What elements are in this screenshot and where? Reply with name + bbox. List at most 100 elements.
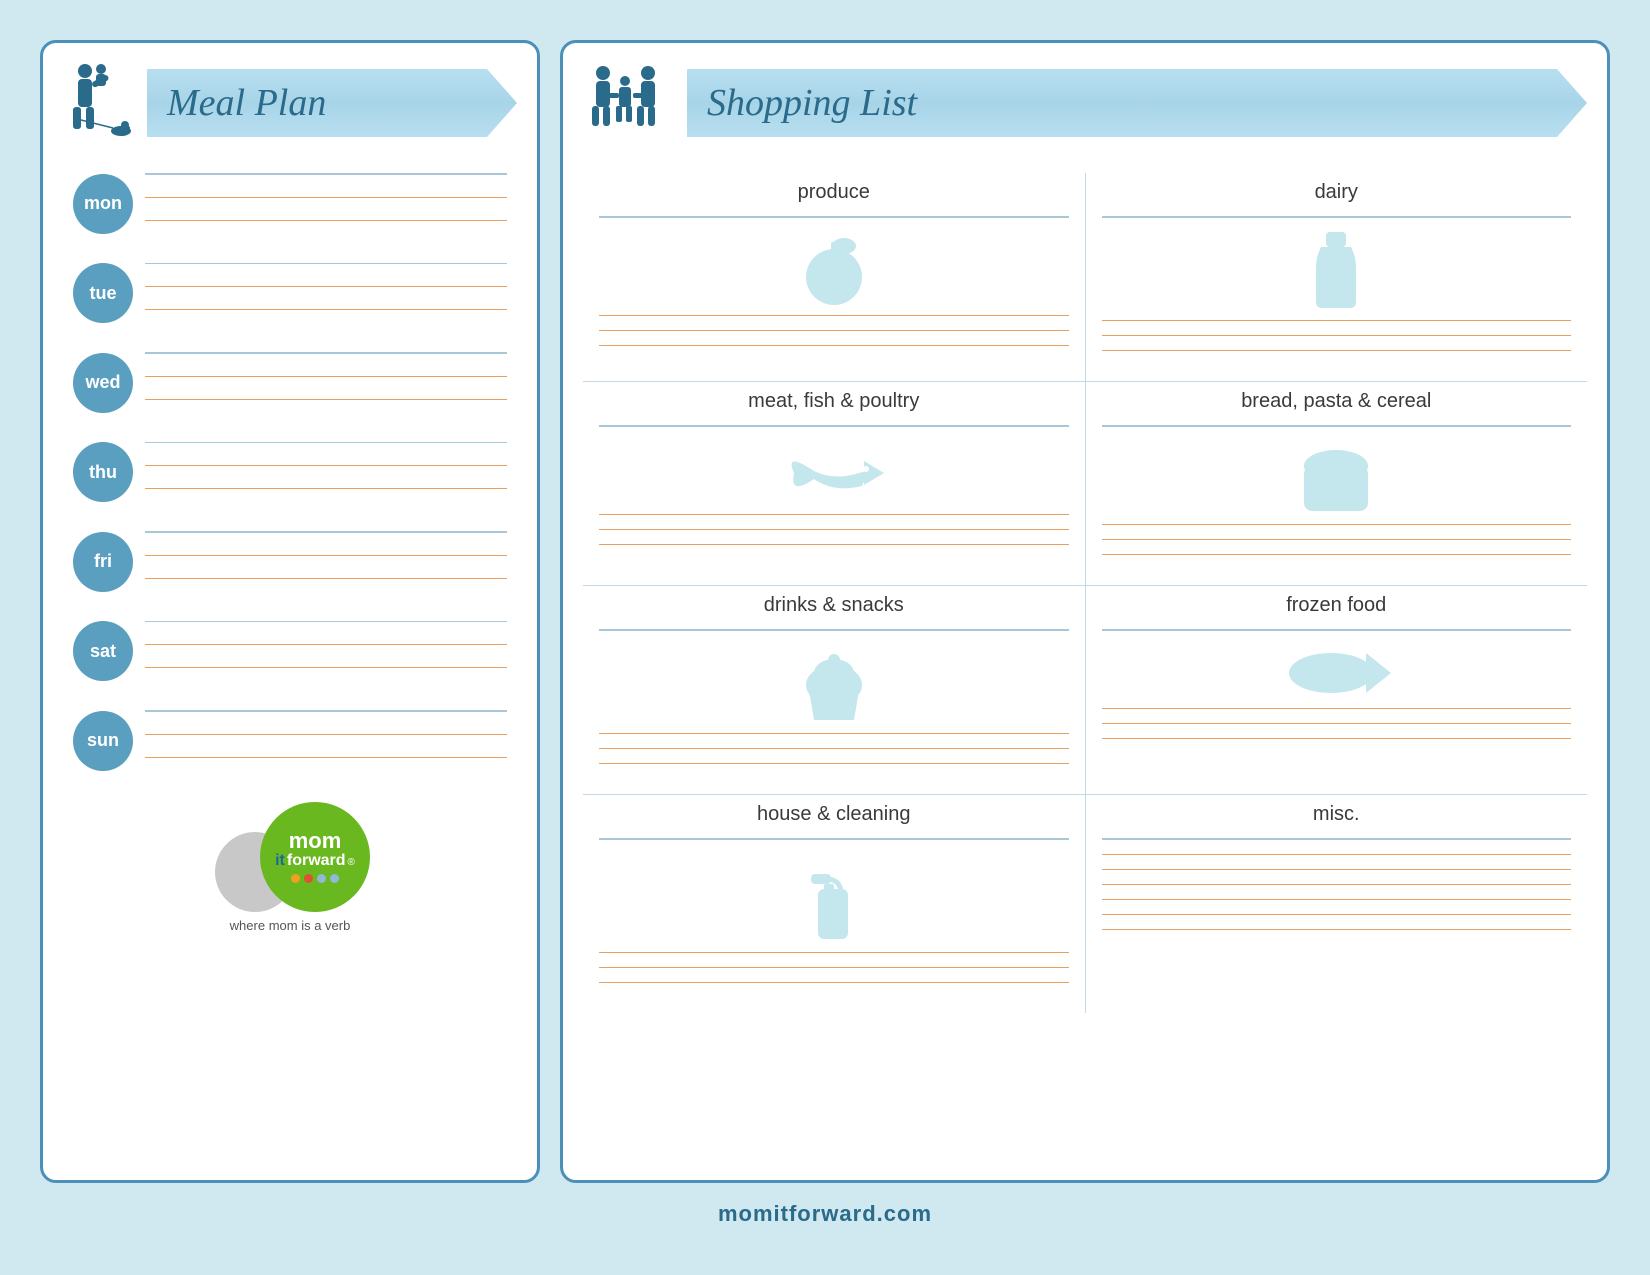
logo-dot-1 bbox=[291, 874, 300, 883]
frozen-section: frozen food bbox=[1086, 586, 1588, 794]
line-orange bbox=[145, 309, 507, 310]
day-row-mon: mon bbox=[73, 173, 507, 235]
line-orange bbox=[145, 399, 507, 400]
logo-green-circle: mom it forward ® bbox=[260, 802, 370, 912]
day-circle-wed: wed bbox=[73, 353, 133, 413]
day-row-fri: fri bbox=[73, 531, 507, 593]
shopping-list-title: Shopping List bbox=[707, 81, 917, 125]
produce-title: produce bbox=[599, 181, 1069, 204]
drinks-lines bbox=[599, 629, 1069, 778]
main-content: Meal Plan mon bbox=[40, 40, 1610, 1183]
line-orange bbox=[145, 555, 507, 556]
day-row-sun: sun bbox=[73, 710, 507, 772]
line-orange bbox=[145, 578, 507, 579]
day-circle-thu: thu bbox=[73, 442, 133, 502]
apple-icon bbox=[794, 232, 874, 307]
line-orange bbox=[145, 197, 507, 198]
frozen-title: frozen food bbox=[1102, 594, 1572, 617]
produce-lines bbox=[599, 216, 1069, 360]
day-lines-mon bbox=[145, 173, 507, 235]
house-section: house & cleaning bbox=[583, 795, 1086, 1013]
person-silhouette-icon bbox=[63, 63, 133, 143]
dairy-title: dairy bbox=[1102, 181, 1572, 204]
day-circle-fri: fri bbox=[73, 532, 133, 592]
line-orange bbox=[145, 644, 507, 645]
logo-it: it bbox=[275, 852, 285, 870]
drinks-icon bbox=[599, 645, 1069, 725]
logo-registered: ® bbox=[348, 857, 355, 868]
logo-container: mom it forward ® bbox=[210, 802, 370, 912]
day-lines-thu bbox=[145, 442, 507, 504]
day-circle-sat: sat bbox=[73, 621, 133, 681]
footer-text: momitforward.com bbox=[718, 1201, 932, 1226]
day-row-sat: sat bbox=[73, 621, 507, 683]
day-circle-tue: tue bbox=[73, 263, 133, 323]
day-lines-sun bbox=[145, 710, 507, 772]
line-orange bbox=[145, 465, 507, 466]
misc-lines bbox=[1102, 838, 1572, 944]
family-silhouette-icon bbox=[583, 63, 673, 143]
frozen-icon bbox=[1102, 645, 1572, 700]
line-blue bbox=[145, 263, 507, 265]
fish-icon bbox=[784, 441, 884, 506]
shopping-row-3: drinks & snacks bbox=[583, 586, 1587, 794]
day-lines-wed bbox=[145, 352, 507, 414]
line-blue bbox=[145, 621, 507, 623]
meat-section: meat, fish & poultry bbox=[583, 382, 1086, 585]
shopping-row-4: house & cleaning bbox=[583, 795, 1587, 1013]
meal-plan-banner: Meal Plan bbox=[147, 69, 517, 137]
day-row-tue: tue bbox=[73, 263, 507, 325]
logo-tagline: where mom is a verb bbox=[230, 918, 351, 933]
day-lines-sat bbox=[145, 621, 507, 683]
line-orange bbox=[145, 757, 507, 758]
drinks-title: drinks & snacks bbox=[599, 594, 1069, 617]
logo-dots bbox=[291, 874, 339, 883]
logo-dot-4 bbox=[330, 874, 339, 883]
shopping-row-2: meat, fish & poultry bbox=[583, 382, 1587, 585]
line-blue bbox=[145, 442, 507, 444]
shopping-grid: produce bbox=[583, 173, 1587, 1013]
bread-icon bbox=[1102, 441, 1572, 516]
meat-lines bbox=[599, 425, 1069, 559]
page-wrapper: Meal Plan mon bbox=[20, 20, 1630, 1255]
produce-icon bbox=[599, 232, 1069, 307]
footer: momitforward.com bbox=[718, 1193, 932, 1235]
line-blue bbox=[145, 710, 507, 712]
meat-title: meat, fish & poultry bbox=[599, 390, 1069, 413]
days-list: mon tue bbox=[63, 173, 517, 772]
cupcake-icon bbox=[794, 645, 874, 725]
logo-forward: forward bbox=[287, 852, 346, 870]
day-lines-tue bbox=[145, 263, 507, 325]
meal-plan-title: Meal Plan bbox=[167, 81, 326, 125]
meal-plan-header: Meal Plan bbox=[63, 63, 517, 143]
shopping-list-header: Shopping List bbox=[583, 63, 1587, 143]
bread-icon bbox=[1296, 441, 1376, 516]
day-lines-fri bbox=[145, 531, 507, 593]
day-circle-mon: mon bbox=[73, 174, 133, 234]
house-title: house & cleaning bbox=[599, 803, 1069, 826]
frozen-lines bbox=[1102, 629, 1572, 753]
dairy-icon bbox=[1102, 232, 1572, 312]
logo-it-forward: it forward ® bbox=[275, 852, 355, 870]
logo-area: mom it forward ® w bbox=[63, 802, 517, 933]
shopping-list-panel: Shopping List produce bbox=[560, 40, 1610, 1183]
line-orange bbox=[145, 286, 507, 287]
logo-mom: mom bbox=[289, 830, 342, 852]
meal-plan-panel: Meal Plan mon bbox=[40, 40, 540, 1183]
misc-title: misc. bbox=[1102, 803, 1572, 826]
shopping-list-banner: Shopping List bbox=[687, 69, 1587, 137]
line-orange bbox=[145, 734, 507, 735]
logo-dot-3 bbox=[317, 874, 326, 883]
line-orange bbox=[145, 488, 507, 489]
milk-bottle-icon bbox=[1311, 232, 1361, 312]
day-row-thu: thu bbox=[73, 442, 507, 504]
line-orange bbox=[145, 220, 507, 221]
frozen-fish-icon bbox=[1281, 645, 1391, 700]
spray-bottle-icon bbox=[806, 854, 861, 944]
drinks-section: drinks & snacks bbox=[583, 586, 1086, 794]
bread-title: bread, pasta & cereal bbox=[1102, 390, 1572, 413]
meat-icon bbox=[599, 441, 1069, 506]
shopping-row-1: produce bbox=[583, 173, 1587, 381]
logo-dot-2 bbox=[304, 874, 313, 883]
misc-section: misc. bbox=[1086, 795, 1588, 1013]
